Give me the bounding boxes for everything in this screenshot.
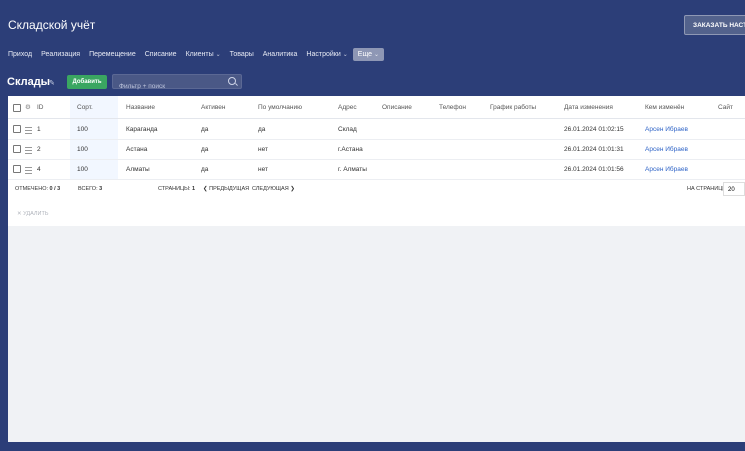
cell-id: 4 (37, 166, 41, 173)
pages-label: СТРАНИЦЫ: (158, 186, 191, 192)
selected-label: ОТМЕЧЕНО: (15, 186, 48, 192)
search-box (112, 74, 242, 93)
nav-item-sales[interactable]: Реализация (41, 51, 80, 58)
next-page-label: СЛЕДУЮЩАЯ (252, 186, 289, 192)
row-checkbox[interactable] (13, 125, 21, 133)
order-setup-button[interactable]: ЗАКАЗАТЬ НАСТРОЙКУ (684, 15, 745, 35)
prev-page-label: ПРЕДЫДУЩАЯ (209, 186, 250, 192)
nav-more-button[interactable]: Еще ⌄ (352, 47, 385, 61)
col-header-modified-date[interactable]: Дата изменения (564, 104, 613, 111)
close-icon: ✕ (17, 211, 22, 217)
nav-item-analytics[interactable]: Аналитика (263, 51, 298, 58)
cell-sort: 100 (77, 126, 88, 133)
col-header-id[interactable]: ID (37, 104, 44, 111)
cell-sort: 100 (77, 146, 88, 153)
col-header-sort[interactable]: Сорт. (77, 104, 93, 111)
nav-more-label: Еще (357, 50, 373, 58)
warehouses-table: ⚙ ID Сорт. Название Активен По умолчанию… (8, 96, 745, 226)
search-input[interactable] (113, 80, 224, 93)
cell-active: да (201, 166, 209, 173)
table-row[interactable]: 1 100 Караганда да да Склад 26.01.2024 0… (8, 119, 745, 140)
table-row[interactable]: 4 100 Алматы да нет г. Алматы 26.01.2024… (8, 159, 745, 180)
table-row[interactable]: 2 100 Астана да нет г.Астана 26.01.2024 … (8, 139, 745, 160)
pages-info: СТРАНИЦЫ: 1 (158, 186, 195, 192)
cell-name: Караганда (126, 126, 158, 133)
nav-item-writeoff[interactable]: Списание (145, 51, 177, 58)
nav-item-settings-label: Настройки (306, 50, 341, 58)
nav-item-products[interactable]: Товары (230, 51, 254, 58)
cell-modified-by-link[interactable]: Арсен Ибраев (645, 146, 688, 153)
total-count: ВСЕГО: 3 (78, 186, 102, 192)
cell-name: Алматы (126, 166, 150, 173)
delete-action[interactable]: ✕ УДАЛИТЬ (17, 211, 48, 217)
col-header-site[interactable]: Сайт (718, 104, 733, 111)
col-header-address[interactable]: Адрес (338, 104, 357, 111)
main-nav: Приход Реализация Перемещение Списание К… (8, 46, 393, 62)
col-header-description[interactable]: Описание (382, 104, 412, 111)
pages-value[interactable]: 1 (192, 186, 195, 192)
cell-address: г.Астана (338, 146, 363, 153)
cell-sort: 100 (77, 166, 88, 173)
app-header: Складской учёт ЗАКАЗАТЬ НАСТРОЙКУ Приход… (0, 0, 745, 66)
gear-icon[interactable]: ⚙ (25, 103, 31, 111)
col-header-default[interactable]: По умолчанию (258, 104, 302, 111)
total-value: 3 (99, 186, 103, 192)
nav-item-transfer[interactable]: Перемещение (89, 51, 136, 58)
selected-value: 0 / 3 (49, 186, 61, 192)
cell-default: нет (258, 146, 268, 153)
per-page-select[interactable]: 20 (723, 182, 745, 196)
page-title: Склады (7, 76, 51, 88)
table-header: ⚙ ID Сорт. Название Активен По умолчанию… (8, 96, 745, 119)
delete-label: УДАЛИТЬ (23, 211, 49, 217)
selected-count: ОТМЕЧЕНО: 0 / 3 (15, 186, 60, 192)
col-header-name[interactable]: Название (126, 104, 155, 111)
nav-item-clients-label: Клиенты (185, 50, 214, 58)
content-panel: ⚙ ID Сорт. Название Активен По умолчанию… (8, 96, 745, 442)
cell-active: да (201, 146, 209, 153)
cell-modified-date: 26.01.2024 01:02:15 (564, 126, 624, 133)
per-page-label: НА СТРАНИЦЕ: (687, 186, 728, 192)
col-header-modified-by[interactable]: Кем изменён (645, 104, 684, 111)
chevron-down-icon: ⌄ (215, 51, 221, 58)
pin-icon[interactable]: ✎ (49, 79, 55, 87)
col-header-phone[interactable]: Телефон (439, 104, 466, 111)
search-icon[interactable] (228, 77, 236, 85)
drag-handle-icon[interactable] (25, 127, 32, 134)
chevron-down-icon: ⌄ (374, 51, 380, 58)
col-header-schedule[interactable]: График работы (490, 104, 536, 111)
add-button[interactable]: Добавить (67, 75, 107, 89)
cell-address: Склад (338, 126, 357, 133)
drag-handle-icon[interactable] (25, 147, 32, 154)
nav-item-clients[interactable]: Клиенты ⌄ (186, 51, 221, 58)
table-footer (8, 180, 745, 202)
cell-active: да (201, 126, 209, 133)
chevron-left-icon: ❮ (203, 186, 208, 192)
cell-modified-date: 26.01.2024 01:01:56 (564, 166, 624, 173)
cell-default: да (258, 126, 266, 133)
drag-handle-icon[interactable] (25, 167, 32, 174)
cell-default: нет (258, 166, 268, 173)
nav-item-settings[interactable]: Настройки ⌄ (306, 51, 347, 58)
chevron-down-icon: ⌄ (342, 51, 348, 58)
row-checkbox[interactable] (13, 145, 21, 153)
col-header-active[interactable]: Активен (201, 104, 225, 111)
chevron-right-icon: ❯ (290, 186, 295, 192)
cell-modified-date: 26.01.2024 01:01:31 (564, 146, 624, 153)
cell-modified-by-link[interactable]: Арсен Ибраев (645, 166, 688, 173)
cell-modified-by-link[interactable]: Арсен Ибраев (645, 126, 688, 133)
app-title: Складской учёт (8, 18, 96, 32)
nav-item-income[interactable]: Приход (8, 51, 32, 58)
row-checkbox[interactable] (13, 165, 21, 173)
prev-page-link[interactable]: ❮ ПРЕДЫДУЩАЯ (203, 186, 249, 192)
cell-address: г. Алматы (338, 166, 367, 173)
cell-id: 1 (37, 126, 41, 133)
next-page-link[interactable]: СЛЕДУЮЩАЯ ❯ (252, 186, 295, 192)
total-label: ВСЕГО: (78, 186, 98, 192)
select-all-checkbox[interactable] (13, 104, 21, 112)
cell-name: Астана (126, 146, 148, 153)
cell-id: 2 (37, 146, 41, 153)
